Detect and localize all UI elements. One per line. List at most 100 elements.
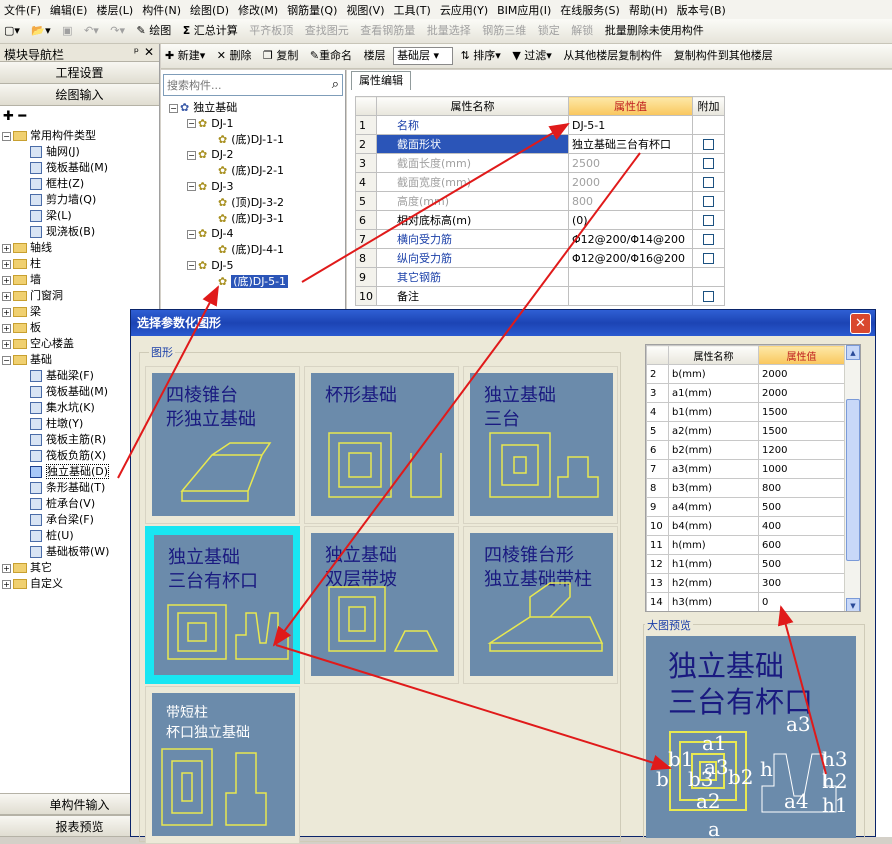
param-row[interactable]: 7 a3(mm) 1000: [646, 459, 845, 479]
collapse-icon[interactable]: −: [2, 131, 11, 141]
property-row[interactable]: 4 截面宽度(mm) 2000: [355, 172, 725, 192]
expand-icon[interactable]: +: [2, 563, 11, 573]
component-tree-item[interactable]: ✿ (底)DJ-4-1: [169, 242, 344, 258]
param-value[interactable]: 400: [758, 516, 845, 536]
menu-item[interactable]: 云应用(Y): [436, 0, 493, 18]
param-row[interactable]: 10 b4(mm) 400: [646, 516, 845, 536]
shape-tile[interactable]: 独立基础 双层带坡: [304, 526, 459, 684]
batch-delete-button[interactable]: 批量删除未使用构件: [601, 19, 708, 43]
shape-tile[interactable]: 杯形基础: [304, 366, 459, 524]
param-value[interactable]: 300: [758, 573, 845, 593]
param-row[interactable]: 2 b(mm) 2000: [646, 364, 845, 384]
expand-icon[interactable]: +: [2, 243, 11, 253]
component-tree-item[interactable]: − ✿ DJ-4: [169, 226, 344, 242]
collapse-icon[interactable]: −: [169, 103, 178, 113]
menu-item[interactable]: 绘图(D): [186, 0, 234, 18]
nav-tree-item[interactable]: + 门窗洞: [0, 288, 159, 304]
menu-item[interactable]: 工具(T): [390, 0, 436, 18]
pin-icon[interactable]: ᵖ: [134, 45, 139, 59]
view-rebar-button[interactable]: 查看钢筋量: [356, 19, 419, 43]
param-row[interactable]: 13 h2(mm) 300: [646, 573, 845, 593]
sum-button[interactable]: Σ 汇总计算: [179, 19, 242, 43]
expand-icon[interactable]: +: [2, 339, 11, 349]
property-row[interactable]: 5 高度(mm) 800: [355, 191, 725, 211]
attach-checkbox[interactable]: [703, 291, 714, 302]
param-value[interactable]: 600: [758, 535, 845, 555]
nav-tree-item[interactable]: 剪力墙(Q): [0, 192, 159, 208]
param-row[interactable]: 8 b3(mm) 800: [646, 478, 845, 498]
undo-icon[interactable]: ↶▾: [80, 19, 103, 43]
param-row[interactable]: 14 h3(mm) 0: [646, 592, 845, 611]
property-value[interactable]: [568, 286, 693, 306]
param-value[interactable]: 1200: [758, 440, 845, 460]
nav-tree-item[interactable]: 筏板基础(M): [0, 160, 159, 176]
attach-checkbox[interactable]: [703, 158, 714, 169]
flat-top-button[interactable]: 平齐板顶: [245, 19, 297, 43]
menu-item[interactable]: 构件(N): [138, 0, 186, 18]
open-icon[interactable]: 📂▾: [27, 19, 54, 43]
delete-button[interactable]: ✕ 删除: [213, 44, 256, 68]
search-icon[interactable]: ⌕: [332, 77, 339, 92]
menu-item[interactable]: 文件(F): [0, 0, 46, 18]
shape-tile[interactable]: 独立基础 三台: [463, 366, 618, 524]
property-value[interactable]: 2000: [568, 172, 693, 192]
new-button[interactable]: ✚ 新建▾: [161, 44, 209, 68]
attach-checkbox[interactable]: [703, 234, 714, 245]
copy-button[interactable]: ❐ 复制: [259, 44, 302, 68]
expand-icon[interactable]: +: [2, 291, 11, 301]
shape-tile[interactable]: 四棱锥台形 独立基础带柱: [463, 526, 618, 684]
dialog-close-button[interactable]: ✕: [850, 313, 871, 334]
param-scrollbar[interactable]: ▲ ▼: [844, 345, 860, 611]
tab-property-edit[interactable]: 属性编辑: [351, 71, 411, 90]
menu-item[interactable]: 编辑(E): [46, 0, 93, 18]
collapse-icon[interactable]: −: [187, 150, 196, 160]
shape-tile[interactable]: 带短柱 杯口独立基础: [145, 686, 300, 844]
collapse-icon[interactable]: −: [2, 355, 11, 365]
component-tree-item[interactable]: ✿ (底)DJ-3-1: [169, 211, 344, 227]
attach-checkbox[interactable]: [703, 139, 714, 150]
collapse-icon[interactable]: −: [187, 261, 196, 271]
collapse-icon[interactable]: −: [187, 119, 196, 129]
attach-checkbox[interactable]: [703, 177, 714, 188]
expand-icon[interactable]: +: [2, 259, 11, 269]
param-value[interactable]: 2000: [758, 364, 845, 384]
param-value[interactable]: 0: [758, 592, 845, 611]
param-row[interactable]: 4 b1(mm) 1500: [646, 402, 845, 422]
lock-button[interactable]: 锁定: [534, 19, 564, 43]
collapse-icon[interactable]: −: [187, 229, 196, 239]
shape-tile[interactable]: 四棱锥台 形独立基础: [145, 366, 300, 524]
draw-button[interactable]: ✎ 绘图: [133, 19, 176, 43]
param-row[interactable]: 11 h(mm) 600: [646, 535, 845, 555]
project-settings-button[interactable]: 工程设置: [0, 62, 159, 84]
property-row[interactable]: 8 纵向受力筋 Φ12@200/Φ16@200: [355, 248, 725, 268]
property-value[interactable]: [568, 267, 693, 287]
copy-to-floor-button[interactable]: 复制构件到其他楼层: [670, 44, 777, 68]
property-row[interactable]: 2 截面形状 独立基础三台有杯口: [355, 134, 725, 154]
property-value[interactable]: Φ12@200/Φ14@200: [568, 229, 693, 249]
nav-close-icon[interactable]: ✕: [144, 45, 154, 59]
redo-icon[interactable]: ↷▾: [106, 19, 129, 43]
draw-input-button[interactable]: 绘图输入: [0, 84, 159, 106]
menu-item[interactable]: 在线服务(S): [556, 0, 625, 18]
menu-item[interactable]: 楼层(L): [92, 0, 138, 18]
copy-from-floor-button[interactable]: 从其他楼层复制构件: [559, 44, 666, 68]
component-tree-item[interactable]: ✿ (顶)DJ-3-2: [169, 195, 344, 211]
expand-icon[interactable]: +: [2, 323, 11, 333]
component-tree-item[interactable]: − ✿ DJ-3: [169, 179, 344, 195]
rebar3d-button[interactable]: 钢筋三维: [478, 19, 530, 43]
property-value[interactable]: (0): [568, 210, 693, 230]
save-icon[interactable]: ▣: [58, 19, 76, 43]
sort-button[interactable]: ⇅ 排序▾: [457, 44, 505, 68]
expand-icon[interactable]: +: [2, 275, 11, 285]
scroll-up-icon[interactable]: ▲: [846, 345, 860, 360]
nav-expand-collapse-tools[interactable]: ✚ ━: [0, 106, 159, 128]
nav-tree-item[interactable]: 轴网(J): [0, 144, 159, 160]
param-row[interactable]: 12 h1(mm) 500: [646, 554, 845, 574]
new-file-icon[interactable]: ▢▾: [0, 19, 24, 43]
property-value[interactable]: DJ-5-1: [568, 115, 693, 135]
param-value[interactable]: 800: [758, 478, 845, 498]
property-row[interactable]: 7 横向受力筋 Φ12@200/Φ14@200: [355, 229, 725, 249]
menu-item[interactable]: 版本号(B): [673, 0, 731, 18]
nav-tree-item[interactable]: − 常用构件类型: [0, 128, 159, 144]
nav-tree-item[interactable]: 框柱(Z): [0, 176, 159, 192]
